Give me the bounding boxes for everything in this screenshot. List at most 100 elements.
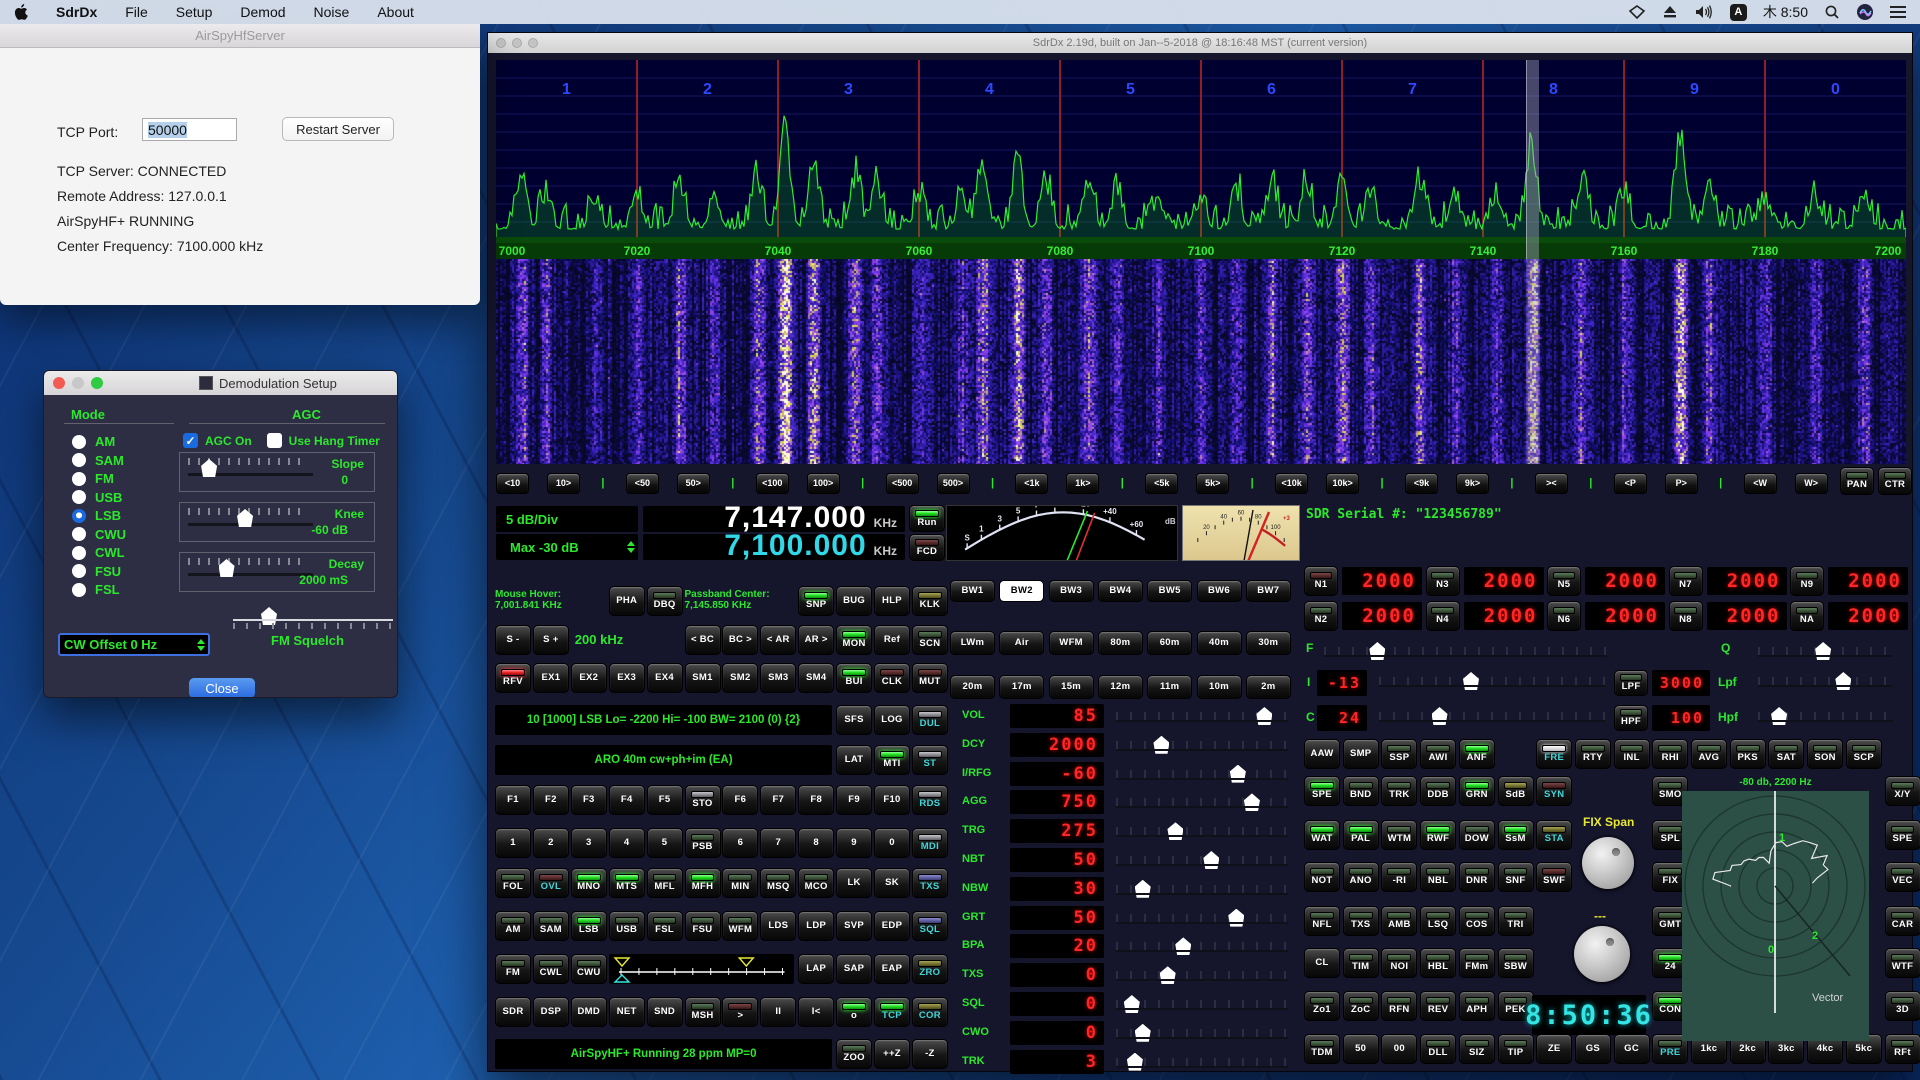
btn-tip[interactable]: TIP	[1498, 1034, 1534, 1064]
btn-sam[interactable]: SAM	[533, 911, 569, 941]
btn-sk[interactable]: SK	[874, 868, 910, 898]
btn-svp[interactable]: SVP	[836, 911, 872, 941]
btn-8[interactable]: 8	[798, 828, 834, 858]
btn-car[interactable]: CAR	[1885, 906, 1920, 936]
btn-na[interactable]: NA	[1790, 601, 1824, 631]
btn-aph[interactable]: APH	[1459, 991, 1495, 1021]
btn-9[interactable]: 9	[836, 828, 872, 858]
btn-ddb[interactable]: DDB	[1420, 776, 1456, 806]
btn-run[interactable]: Run	[909, 505, 945, 532]
tune-btn[interactable]: ><	[1535, 473, 1568, 494]
hang-timer-checkbox[interactable]	[267, 433, 282, 448]
center-frequency-display[interactable]: 7,100.000KHz	[643, 534, 905, 560]
btn-10m[interactable]: 10m	[1197, 675, 1242, 699]
btn-i[interactable]: I<	[798, 997, 834, 1027]
eject-icon[interactable]	[1662, 5, 1678, 19]
btn-f6[interactable]: F6	[722, 785, 758, 815]
volume-icon[interactable]	[1694, 4, 1714, 20]
tune-100[interactable]: 100>	[807, 473, 840, 494]
lpf-handle[interactable]	[1835, 672, 1851, 690]
mode-radio-sam[interactable]: SAM	[72, 453, 124, 468]
btn-sdr[interactable]: SDR	[495, 997, 531, 1027]
hpf-track[interactable]	[1758, 712, 1893, 722]
bpa-handle[interactable]	[1175, 937, 1191, 955]
btn-ar[interactable]: AR >	[798, 625, 834, 655]
btn-wfm[interactable]: WFM	[722, 911, 758, 941]
btn-f4[interactable]: F4	[609, 785, 645, 815]
tune-10[interactable]: 10>	[547, 473, 580, 494]
nbt-handle[interactable]	[1203, 851, 1219, 869]
btn-ssp[interactable]: SSP	[1381, 739, 1417, 769]
btn-trk[interactable]: TRK	[1381, 776, 1417, 806]
btn-msh[interactable]: MSH	[685, 997, 721, 1027]
tune-9k[interactable]: 9k>	[1456, 473, 1489, 494]
agg-track[interactable]	[1116, 798, 1288, 808]
trg-handle[interactable]	[1167, 822, 1183, 840]
menu-item-sdrdx[interactable]: SdrDx	[42, 0, 111, 24]
f-track[interactable]	[1324, 647, 1607, 657]
i-rfg-handle[interactable]	[1230, 765, 1246, 783]
btn-cor[interactable]: COR	[912, 997, 948, 1027]
btn-f7[interactable]: F7	[760, 785, 796, 815]
btn-rhi[interactable]: RHI	[1652, 739, 1688, 769]
siri-icon[interactable]	[1856, 3, 1874, 21]
menu-item-file[interactable]: File	[111, 0, 162, 24]
btn-zro[interactable]: ZRO	[912, 954, 948, 984]
btn-mut[interactable]: MUT	[912, 663, 948, 693]
btn-mfh[interactable]: MFH	[685, 868, 721, 898]
btn-ex4[interactable]: EX4	[647, 663, 683, 693]
btn-fre[interactable]: FRE	[1536, 739, 1572, 769]
c-track[interactable]	[1379, 712, 1605, 722]
btn-usb[interactable]: USB	[609, 911, 645, 941]
cw-offset-spinner[interactable]	[197, 635, 205, 654]
btn-n9[interactable]: N9	[1790, 566, 1824, 596]
btn-bw3[interactable]: BW3	[1049, 580, 1094, 602]
btn-dll[interactable]: DLL	[1420, 1034, 1456, 1064]
btn-net[interactable]: NET	[609, 997, 645, 1027]
tune-100[interactable]: <100	[756, 473, 789, 494]
btn-ex2[interactable]: EX2	[571, 663, 607, 693]
btn-air[interactable]: Air	[999, 631, 1044, 655]
btn-bw2[interactable]: BW2	[999, 580, 1044, 602]
btn-20m[interactable]: 20m	[950, 675, 995, 699]
trk-handle[interactable]	[1127, 1053, 1143, 1071]
btn-z[interactable]: ++Z	[874, 1039, 910, 1069]
btn-bui[interactable]: BUI	[836, 663, 872, 693]
tune-p[interactable]: <P	[1614, 473, 1647, 494]
btn-ze[interactable]: ZE	[1536, 1034, 1572, 1064]
btn-psb[interactable]: PSB	[685, 828, 721, 858]
radio-circle[interactable]	[72, 546, 86, 560]
btn-awi[interactable]: AWI	[1420, 739, 1456, 769]
tune-p[interactable]: P>	[1665, 473, 1698, 494]
btn-fm[interactable]: FM	[495, 954, 531, 984]
agg-handle[interactable]	[1244, 793, 1260, 811]
max-db-spinner[interactable]: Max -30 dB	[496, 534, 638, 560]
btn-40m[interactable]: 40m	[1197, 631, 1242, 655]
mode-radio-lsb[interactable]: LSB	[72, 508, 121, 523]
btn-sto[interactable]: STO	[685, 785, 721, 815]
btn-fcd[interactable]: FCD	[909, 534, 945, 561]
btn-mdi[interactable]: MDI	[912, 828, 948, 858]
btn-lap[interactable]: LAP	[798, 954, 834, 984]
tune-w[interactable]: <W	[1744, 473, 1777, 494]
btn-n4[interactable]: N4	[1426, 601, 1460, 631]
btn-clk[interactable]: CLK	[874, 663, 910, 693]
btn-cos[interactable]: COS	[1459, 906, 1495, 936]
btn-7[interactable]: 7	[760, 828, 796, 858]
close-window-button[interactable]	[53, 377, 65, 389]
tune-10[interactable]: <10	[496, 473, 529, 494]
btn-wat[interactable]: WAT	[1304, 820, 1340, 850]
tune-10k[interactable]: 10k>	[1326, 473, 1359, 494]
btn-txs[interactable]: TXS	[912, 868, 948, 898]
waterfall-display[interactable]	[496, 259, 1906, 464]
hpf-handle[interactable]	[1771, 707, 1787, 725]
btn-lwm[interactable]: LWm	[950, 631, 995, 655]
btn-zoo[interactable]: ZOO	[836, 1039, 872, 1069]
tuning-cursor[interactable]	[1526, 60, 1539, 259]
menu-item-setup[interactable]: Setup	[162, 0, 227, 24]
btn-smp[interactable]: SMP	[1343, 739, 1379, 769]
btn-2m[interactable]: 2m	[1246, 675, 1291, 699]
mode-radio-fm[interactable]: FM	[72, 471, 114, 486]
radio-circle[interactable]	[72, 472, 86, 486]
btn-pha[interactable]: PHA	[609, 586, 645, 616]
